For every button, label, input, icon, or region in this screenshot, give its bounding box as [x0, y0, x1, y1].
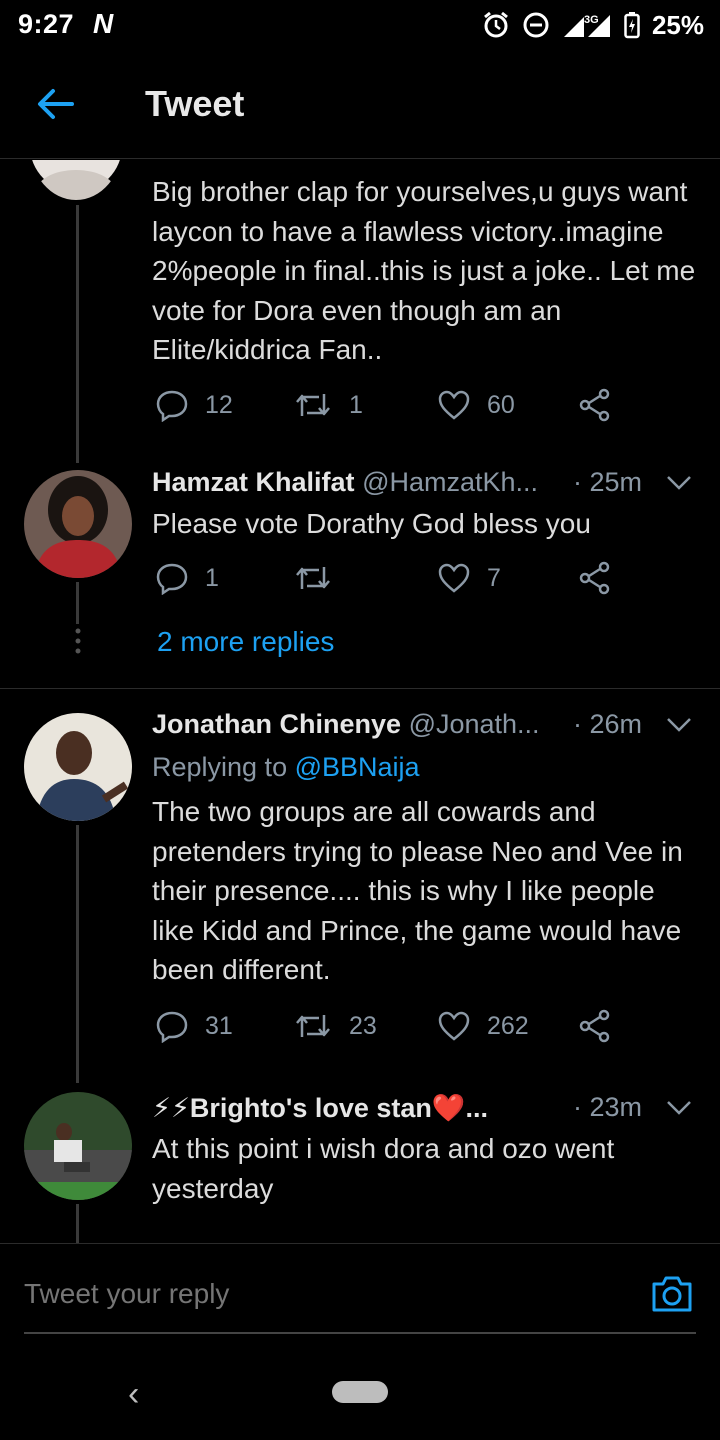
reply-button[interactable]: 31: [155, 1009, 233, 1043]
share-icon: [579, 561, 610, 595]
retweet-icon: [296, 567, 330, 589]
share-button[interactable]: [579, 388, 611, 422]
author-name[interactable]: Jonathan Chinenye: [152, 709, 401, 739]
retweet-count: 1: [349, 390, 363, 419]
signal-icon: 3G: [563, 14, 610, 37]
app-header: Tweet: [0, 55, 720, 159]
author-name[interactable]: ⚡⚡Brighto's love stan❤️...: [152, 1093, 488, 1123]
avatar[interactable]: [24, 1092, 132, 1200]
tweet-time: · 26m: [573, 709, 643, 739]
avatar[interactable]: [24, 713, 132, 821]
like-count: 7: [487, 563, 501, 592]
dnd-icon: [523, 12, 549, 38]
tweet-actions: 31 23 262: [155, 1009, 625, 1049]
more-replies-link[interactable]: 2 more replies: [157, 626, 334, 658]
reply-button[interactable]: 1: [155, 561, 219, 595]
retweet-button[interactable]: 1: [293, 388, 363, 422]
retweet-icon: [296, 1015, 330, 1037]
carrier-icon: N: [93, 8, 114, 39]
chevron-down-icon[interactable]: [666, 716, 692, 734]
battery-icon: [624, 12, 640, 39]
status-time: 9:27: [18, 9, 75, 39]
retweet-button[interactable]: [293, 561, 349, 595]
alarm-icon: [484, 11, 508, 38]
status-bar: 9:27 N 3G 25%: [0, 0, 720, 50]
tweet-text: Big brother clap for yourselves,u guys w…: [152, 176, 696, 365]
battery-percent: 25%: [651, 9, 704, 40]
reply-bar: [0, 1243, 720, 1353]
like-count: 60: [487, 390, 515, 419]
author-handle[interactable]: @Jonath...: [409, 709, 540, 739]
heart-icon: [438, 390, 470, 420]
heart-icon: [438, 563, 470, 593]
chevron-down-icon[interactable]: [666, 474, 692, 492]
like-count: 262: [487, 1011, 529, 1040]
author-handle[interactable]: @HamzatKh...: [362, 467, 538, 497]
tweet-text: At this point i wish dora and ozo went y…: [152, 1133, 615, 1204]
tweet-time: · 25m: [573, 467, 643, 497]
chevron-down-icon[interactable]: [666, 1099, 692, 1117]
divider: [0, 688, 720, 689]
tweet-actions: 1 7: [155, 561, 625, 601]
reply-button[interactable]: 12: [155, 388, 233, 422]
reply-input[interactable]: [24, 1278, 644, 1310]
nav-back-icon[interactable]: ‹: [128, 1375, 139, 1414]
system-nav-bar: ‹: [0, 1353, 720, 1440]
reply-icon: [156, 1011, 188, 1043]
thread-line: [76, 205, 79, 463]
tweet-header: Jonathan Chinenye @Jonath...: [152, 709, 540, 740]
reply-count: 1: [205, 563, 219, 592]
like-button[interactable]: 262: [437, 1009, 529, 1043]
replying-to: Replying to @BBNaija: [152, 752, 420, 783]
status-icons: 3G 25%: [482, 8, 704, 42]
like-button[interactable]: 60: [437, 388, 515, 422]
share-icon: [579, 1009, 610, 1043]
thread-dots-icon: [75, 628, 81, 654]
retweet-count: 23: [349, 1011, 377, 1040]
thread-line: [76, 825, 79, 1083]
camera-icon[interactable]: [650, 1274, 694, 1314]
replying-to-label: Replying to: [152, 752, 295, 782]
share-button[interactable]: [579, 1009, 611, 1043]
tweet-text: Please vote Dorathy God bless you: [152, 508, 591, 539]
page-title: Tweet: [145, 83, 245, 124]
author-name[interactable]: Hamzat Khalifat: [152, 467, 355, 497]
reply-count: 31: [205, 1011, 233, 1040]
tweet-time: · 23m: [573, 1092, 643, 1122]
reply-icon: [156, 390, 188, 422]
reply-count: 12: [205, 390, 233, 419]
like-button[interactable]: 7: [437, 561, 501, 595]
tweet-header: ⚡⚡Brighto's love stan❤️...: [152, 1092, 544, 1124]
mention-link[interactable]: @BBNaija: [295, 752, 420, 782]
network-type: 3G: [584, 14, 599, 26]
tweet-text: The two groups are all cowards and prete…: [152, 796, 683, 985]
reply-icon: [156, 563, 188, 595]
share-button[interactable]: [579, 561, 611, 595]
tweet-actions: 12 1 60: [155, 388, 625, 428]
avatar[interactable]: [24, 470, 132, 578]
retweet-button[interactable]: 23: [293, 1009, 377, 1043]
thread-line: [76, 1204, 79, 1243]
nav-home-pill[interactable]: [332, 1381, 388, 1403]
reply-underline: [24, 1332, 696, 1334]
retweet-icon: [296, 394, 330, 416]
share-icon: [579, 388, 610, 422]
heart-icon: [438, 1011, 470, 1041]
back-arrow-icon[interactable]: [36, 87, 74, 121]
tweet-header: Hamzat Khalifat @HamzatKh...: [152, 467, 538, 498]
thread-line: [76, 582, 79, 624]
